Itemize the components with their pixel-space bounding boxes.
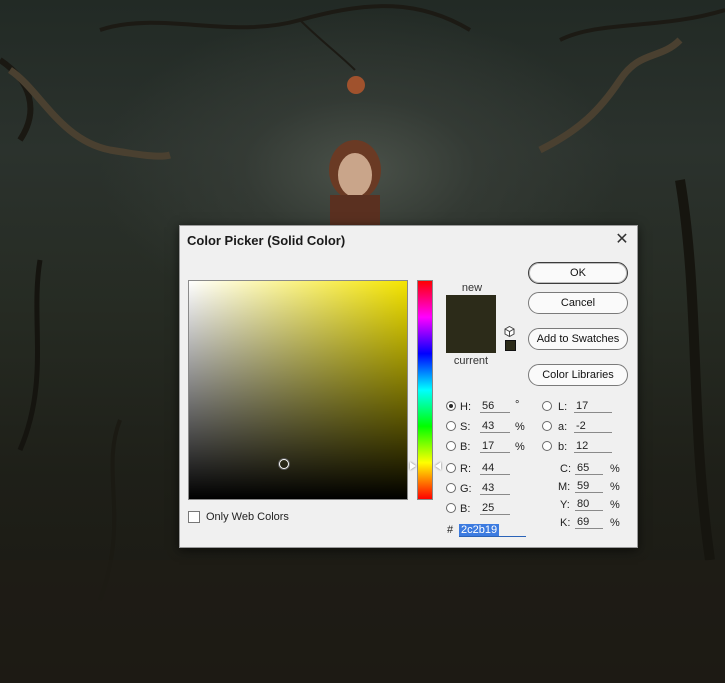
close-icon[interactable]: ✕ xyxy=(612,230,632,250)
input-c[interactable]: 65 xyxy=(575,461,603,475)
input-a[interactable]: -2 xyxy=(574,419,612,433)
saturation-brightness-field[interactable] xyxy=(188,280,408,500)
input-r[interactable]: 44 xyxy=(480,461,510,475)
new-label: new xyxy=(461,282,483,294)
unit-h: ° xyxy=(515,399,520,411)
radio-lab-b[interactable] xyxy=(542,441,552,451)
label-h: H: xyxy=(460,401,471,413)
dialog-title: Color Picker (Solid Color) xyxy=(187,233,346,248)
web-safe-color-swatch-icon[interactable] xyxy=(505,340,516,351)
only-web-colors-label: Only Web Colors xyxy=(206,511,289,523)
radio-rgb-b[interactable] xyxy=(446,503,456,513)
unit-k: % xyxy=(610,517,620,529)
unit-y: % xyxy=(610,499,620,511)
color-picker-dialog: Color Picker (Solid Color) ✕ new current… xyxy=(179,225,638,548)
cancel-button[interactable]: Cancel xyxy=(528,292,628,314)
input-y[interactable]: 80 xyxy=(575,497,603,511)
hue-slider-right-arrow-icon[interactable] xyxy=(435,461,441,470)
color-libraries-button[interactable]: Color Libraries xyxy=(528,364,628,386)
label-lab-b: b: xyxy=(558,441,568,453)
label-a: a: xyxy=(558,421,568,433)
radio-a[interactable] xyxy=(542,421,552,431)
input-k[interactable]: 69 xyxy=(575,515,603,529)
out-of-gamut-cube-icon[interactable] xyxy=(504,326,515,337)
hue-slider-left-arrow-icon[interactable] xyxy=(410,461,416,470)
current-color-swatch[interactable] xyxy=(446,324,496,353)
input-g[interactable]: 43 xyxy=(480,481,510,495)
input-rgb-b[interactable]: 25 xyxy=(480,501,510,515)
label-g: G: xyxy=(460,483,472,495)
hex-value: 2c2b19 xyxy=(459,524,500,536)
unit-b: % xyxy=(515,441,525,453)
radio-s[interactable] xyxy=(446,421,456,431)
input-lab-b[interactable]: 12 xyxy=(574,439,612,453)
input-h[interactable]: 56 xyxy=(480,399,510,413)
only-web-colors-checkbox[interactable] xyxy=(188,511,200,523)
label-s: S: xyxy=(460,421,471,433)
unit-m: % xyxy=(610,481,620,493)
input-l[interactable]: 17 xyxy=(574,399,612,413)
radio-l[interactable] xyxy=(542,401,552,411)
label-r: R: xyxy=(460,463,471,475)
ok-button[interactable]: OK xyxy=(528,262,628,284)
input-b[interactable]: 17 xyxy=(480,439,510,453)
label-y: Y: xyxy=(560,499,570,511)
add-to-swatches-button[interactable]: Add to Swatches xyxy=(528,328,628,350)
label-rgb-b: B: xyxy=(460,503,471,515)
hex-hash-label: # xyxy=(447,524,454,536)
radio-b[interactable] xyxy=(446,441,456,451)
radio-g[interactable] xyxy=(446,483,456,493)
label-l: L: xyxy=(558,401,568,413)
input-m[interactable]: 59 xyxy=(575,479,603,493)
new-color-swatch xyxy=(446,295,496,324)
unit-c: % xyxy=(610,463,620,475)
label-b: B: xyxy=(460,441,471,453)
label-c: C: xyxy=(560,463,571,475)
radio-r[interactable] xyxy=(446,463,456,473)
radio-h[interactable] xyxy=(446,401,456,411)
label-m: M: xyxy=(558,481,571,493)
label-k: K: xyxy=(560,517,571,529)
input-s[interactable]: 43 xyxy=(480,419,510,433)
hex-input[interactable]: 2c2b19 xyxy=(459,523,526,537)
current-label: current xyxy=(453,355,489,367)
field-cursor[interactable] xyxy=(278,458,289,469)
unit-s: % xyxy=(515,421,525,433)
hue-slider[interactable] xyxy=(417,280,433,500)
